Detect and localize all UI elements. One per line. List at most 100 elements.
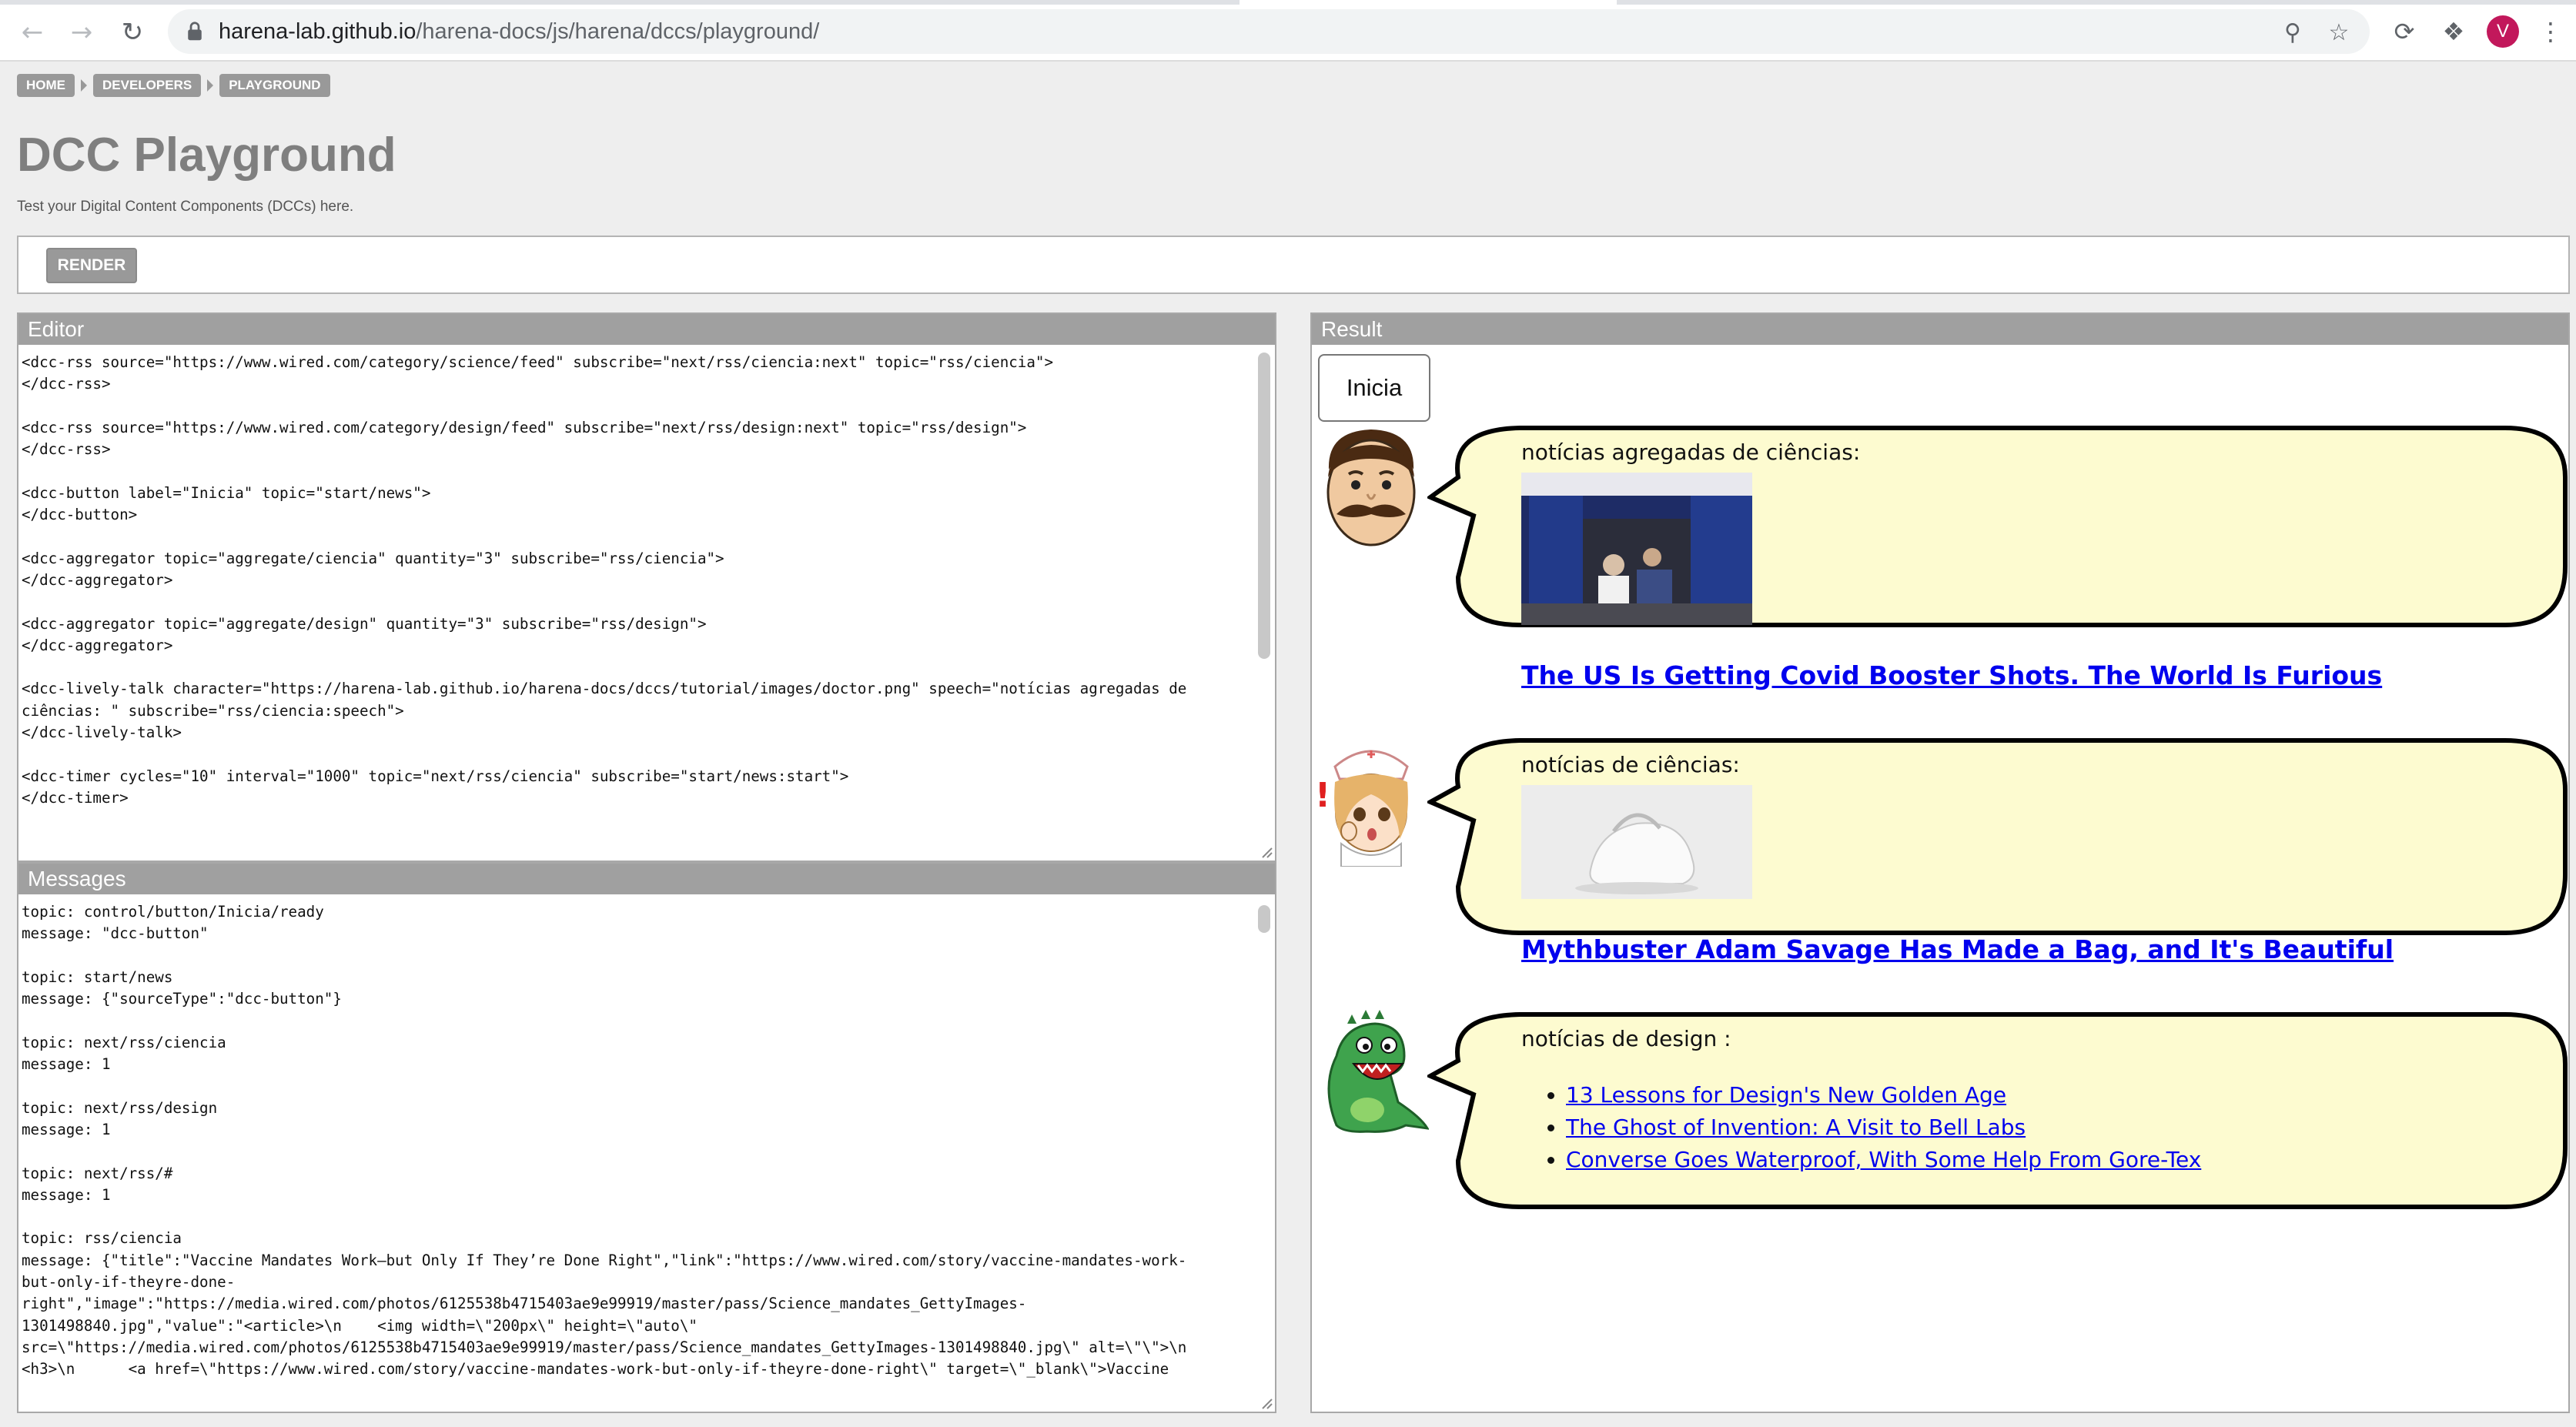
bubble-content: notícias de design : 13 Lessons for Desi… (1521, 1025, 2538, 1176)
extension-sync-icon[interactable]: ⟳ (2387, 14, 2422, 49)
render-toolbar: RENDER (17, 236, 2570, 294)
speech-text: notícias agregadas de ciências: (1521, 439, 1861, 465)
url-path: /harena-docs/js/harena/dccs/playground/ (416, 19, 820, 44)
zoom-icon[interactable]: ⚲ (2277, 17, 2308, 48)
breadcrumb-home[interactable]: HOME (17, 74, 75, 97)
news-link[interactable]: Mythbuster Adam Savage Has Made a Bag, a… (1521, 934, 2538, 964)
code-line: message: 1 (22, 1120, 111, 1138)
bubble-content: notícias de ciências: Mythbuster Adam Sa… (1521, 751, 2538, 964)
resize-handle-icon[interactable] (1260, 1396, 1273, 1410)
code-line: message: {"title":"Vaccine Mandates Work… (22, 1251, 1187, 1269)
code-line: right","image":"https://media.wired.com/… (22, 1295, 1027, 1313)
code-line: <dcc-aggregator topic="aggregate/design"… (22, 614, 707, 633)
code-line: 1301498840.jpg","value":"<article>\n <im… (22, 1316, 698, 1335)
svg-text:!: ! (1315, 776, 1330, 815)
editor-scrollbar[interactable] (1258, 353, 1270, 659)
code-line: <dcc-aggregator topic="aggregate/ciencia… (22, 549, 724, 567)
bubble-content: notícias agregadas de ciências: The US I… (1521, 439, 2538, 690)
messages-textarea[interactable]: topic: control/button/Inicia/ready messag… (22, 901, 1255, 1396)
code-line: </dcc-rss> (22, 375, 111, 393)
menu-kebab-icon[interactable]: ⋮ (2533, 14, 2568, 49)
code-line: src=\"https://media.wired.com/photos/612… (22, 1338, 1187, 1356)
lively-talk-nurse: ! notícias de ciências: Mythbuster Adam … (1312, 736, 2568, 964)
speech-text: notícias de design : (1521, 1026, 1731, 1051)
editor-textarea[interactable]: <dcc-rss source="https://www.wired.com/c… (22, 351, 1255, 845)
code-line: <h3>\n <a href=\"https://www.wired.com/s… (22, 1360, 1169, 1379)
code-line: message: "dcc-button" (22, 924, 209, 943)
browser-toolbar: ← → ↻ harena-lab.github.io/harena-docs/j… (0, 0, 2576, 62)
code-line: topic: start/news (22, 967, 173, 986)
resize-handle-icon[interactable] (1260, 845, 1273, 859)
code-line: ciências: " subscribe="rss/ciencia:speec… (22, 701, 404, 720)
code-line: topic: next/rss/# (22, 1164, 173, 1182)
design-news-link[interactable]: Converse Goes Waterproof, With Some Help… (1566, 1147, 2201, 1172)
code-line: message: 1 (22, 1055, 111, 1074)
code-line: </dcc-timer> (22, 788, 129, 807)
address-bar[interactable]: harena-lab.github.io/harena-docs/js/hare… (168, 9, 2370, 54)
code-line: but-only-if-theyre-done- (22, 1273, 236, 1292)
messages-panel: Messages topic: control/button/Inicia/re… (17, 862, 1276, 1413)
active-tab[interactable] (1239, 0, 1617, 5)
code-line: </dcc-lively-talk> (22, 724, 182, 742)
code-line: topic: control/button/Inicia/ready (22, 903, 324, 921)
nurse-character-icon: ! (1315, 750, 1409, 867)
editor-header: Editor (18, 314, 1275, 345)
news-link[interactable]: The US Is Getting Covid Booster Shots. T… (1521, 660, 2538, 690)
bookmark-star-icon[interactable]: ☆ (2323, 17, 2354, 48)
list-item: The Ghost of Invention: A Visit to Bell … (1566, 1111, 2538, 1144)
code-line: message: {"sourceType":"dcc-button"} (22, 990, 342, 1008)
design-news-link[interactable]: The Ghost of Invention: A Visit to Bell … (1566, 1115, 2026, 1140)
lively-talk-doctor: notícias agregadas de ciências: The US I… (1312, 423, 2568, 690)
code-line: </dcc-rss> (22, 440, 111, 459)
speech-text: notícias de ciências: (1521, 752, 1740, 777)
page-subtitle: Test your Digital Content Components (DC… (17, 199, 354, 215)
lively-talk-dinosaur: notícias de design : 13 Lessons for Desi… (1312, 1010, 2568, 1211)
dinosaur-character-icon (1327, 1010, 1429, 1133)
result-header: Result (1312, 314, 2568, 345)
list-item: Converse Goes Waterproof, With Some Help… (1566, 1144, 2538, 1176)
code-line: </dcc-aggregator> (22, 636, 173, 654)
list-item: 13 Lessons for Design's New Golden Age (1566, 1079, 2538, 1111)
profile-avatar[interactable]: V (2487, 15, 2519, 48)
messages-scrollbar[interactable] (1258, 905, 1270, 933)
doctor-character-icon (1326, 429, 1416, 546)
messages-header: Messages (18, 864, 1275, 894)
editor-panel: Editor <dcc-rss source="https://www.wire… (17, 312, 1276, 862)
back-icon[interactable]: ← (14, 14, 51, 51)
code-line: topic: next/rss/ciencia (22, 1033, 226, 1051)
code-line: <dcc-lively-talk character="https://hare… (22, 680, 1187, 698)
code-line: <dcc-rss source="https://www.wired.com/c… (22, 418, 1027, 436)
extensions-puzzle-icon[interactable]: ❖ (2436, 14, 2471, 49)
design-news-list: 13 Lessons for Design's New Golden Age T… (1521, 1079, 2538, 1176)
breadcrumb-playground[interactable]: PLAYGROUND (219, 74, 330, 97)
breadcrumb-separator-icon (81, 79, 87, 92)
design-news-link[interactable]: 13 Lessons for Design's New Golden Age (1566, 1082, 2006, 1108)
reload-icon[interactable]: ↻ (114, 14, 151, 51)
code-line: </dcc-aggregator> (22, 570, 173, 589)
code-line: topic: rss/ciencia (22, 1229, 182, 1248)
forward-icon[interactable]: → (63, 14, 100, 51)
inicia-button[interactable]: Inicia (1318, 354, 1430, 422)
code-line: <dcc-timer cycles="10" interval="1000" t… (22, 767, 849, 785)
news-thumbnail-image (1521, 473, 1752, 625)
code-line: </dcc-button> (22, 506, 138, 524)
url-host: harena-lab.github.io (219, 19, 417, 44)
url-text[interactable]: harena-lab.github.io/harena-docs/js/hare… (219, 18, 819, 45)
code-line: message: 1 (22, 1185, 111, 1204)
result-panel: Result Inicia notícias agregadas de ciên… (1310, 312, 2570, 1413)
render-button[interactable]: RENDER (46, 248, 137, 283)
breadcrumb-developers[interactable]: DEVELOPERS (93, 74, 202, 97)
code-line: <dcc-rss source="https://www.wired.com/c… (22, 353, 1054, 371)
lock-icon (188, 22, 202, 41)
code-line: <dcc-button label="Inicia" topic="start/… (22, 483, 431, 502)
